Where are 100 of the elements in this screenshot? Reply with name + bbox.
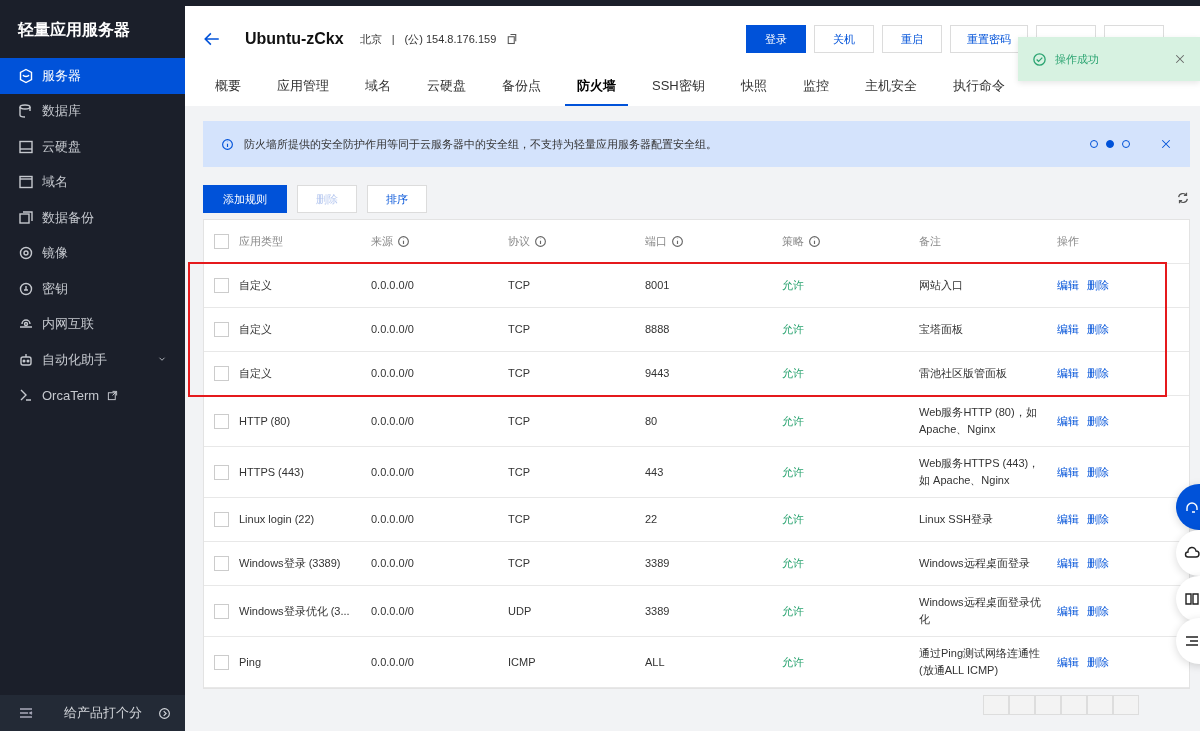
table-cell-text: 80 xyxy=(645,413,659,429)
sidebar-item[interactable]: 数据备份 xyxy=(0,200,185,236)
product-title: 轻量应用服务器 xyxy=(17,20,131,40)
sidebar-item[interactable]: 密钥 xyxy=(0,271,185,307)
edit-link[interactable]: 编辑 xyxy=(1057,278,1079,293)
table-cell-text: Linux login (22) xyxy=(239,512,316,527)
banner-text: 防火墙所提供的安全防护作用等同于云服务器中的安全组，不支持为轻量应用服务器配置安全组。 xyxy=(244,136,718,152)
tab[interactable]: 域名 xyxy=(353,68,403,106)
table-cell-text: Linux SSH登录 xyxy=(919,512,994,527)
table-cell-text: Windows登录 (3389) xyxy=(239,556,342,571)
header-button[interactable]: 关机 xyxy=(814,25,874,53)
row-checkbox[interactable] xyxy=(214,413,229,429)
delete-link[interactable]: 删除 xyxy=(1087,366,1109,381)
edit-link[interactable]: 编辑 xyxy=(1057,366,1079,381)
delete-link[interactable]: 删除 xyxy=(1087,464,1109,480)
tab[interactable]: 备份点 xyxy=(490,68,553,106)
column-header: 端口 xyxy=(645,234,667,249)
sidebar-item[interactable]: 数据库 xyxy=(0,93,185,129)
tab[interactable]: 应用管理 xyxy=(265,68,341,106)
table-cell-text: 3389 xyxy=(645,603,671,619)
row-checkbox[interactable] xyxy=(214,512,229,527)
sidebar-item[interactable]: 自动化助手 xyxy=(0,342,185,378)
toolbar-button[interactable]: 排序 xyxy=(367,185,427,213)
edit-link[interactable]: 编辑 xyxy=(1057,603,1079,619)
tab[interactable]: 防火墙 xyxy=(565,68,628,106)
table-cell-text: 0.0.0.0/0 xyxy=(371,322,415,337)
column-header: 备注 xyxy=(919,234,941,249)
table-cell-text: 自定义 xyxy=(239,322,273,337)
edit-link[interactable]: 编辑 xyxy=(1057,512,1079,527)
list-icon xyxy=(1184,633,1200,649)
carousel-dot[interactable] xyxy=(1106,140,1114,148)
policy-status: 允许 xyxy=(782,465,804,478)
delete-link[interactable]: 删除 xyxy=(1087,322,1109,337)
header-button[interactable]: 登录 xyxy=(746,25,806,53)
row-checkbox[interactable] xyxy=(214,464,229,480)
tab[interactable]: 主机安全 xyxy=(852,68,929,106)
sidebar-item[interactable]: OrcaTerm xyxy=(0,377,185,413)
toolbar-button[interactable]: 添加规则 xyxy=(203,185,287,213)
delete-link[interactable]: 删除 xyxy=(1087,556,1109,571)
instance-title: Ubuntu-zCkx xyxy=(245,30,344,48)
table-cell-text: HTTP (80) xyxy=(239,413,292,429)
table-cell-text: HTTPS (443) xyxy=(239,464,305,480)
back-arrow-icon xyxy=(203,30,221,48)
sidebar-item[interactable]: 云硬盘 xyxy=(0,129,185,165)
edit-link[interactable]: 编辑 xyxy=(1057,322,1079,337)
close-icon xyxy=(1174,53,1186,65)
pagination-box[interactable] xyxy=(983,695,1009,715)
pagination-box[interactable] xyxy=(1061,695,1087,715)
tab[interactable]: 执行命令 xyxy=(940,68,1017,106)
edit-link[interactable]: 编辑 xyxy=(1057,654,1079,670)
delete-link[interactable]: 删除 xyxy=(1087,603,1109,619)
policy-status: 允许 xyxy=(782,279,804,291)
table-cell-text: TCP xyxy=(508,413,531,429)
sidebar-item[interactable]: 内网互联 xyxy=(0,306,185,342)
tab[interactable]: 云硬盘 xyxy=(415,68,478,106)
table-cell-text: TCP xyxy=(508,322,531,337)
pagination-box[interactable] xyxy=(1087,695,1113,715)
pagination-box[interactable] xyxy=(1113,695,1139,715)
cloud-icon xyxy=(1184,545,1200,561)
info-icon xyxy=(808,235,821,248)
disc-icon xyxy=(18,245,34,262)
table-cell-text: 22 xyxy=(645,512,659,527)
pagination-box[interactable] xyxy=(1035,695,1061,715)
edit-link[interactable]: 编辑 xyxy=(1057,556,1079,571)
table-cell-text: Web服务HTTP (80)，如 Apache、Nginx xyxy=(919,405,1038,437)
row-checkbox[interactable] xyxy=(214,603,229,619)
tab[interactable]: 快照 xyxy=(728,68,779,106)
table-cell-text: 8888 xyxy=(645,322,671,337)
table-cell-text: 0.0.0.0/0 xyxy=(371,512,415,527)
table-cell-text: 0.0.0.0/0 xyxy=(371,413,415,429)
policy-status: 允许 xyxy=(782,367,804,379)
window-icon xyxy=(18,174,34,191)
delete-link[interactable]: 删除 xyxy=(1087,654,1109,670)
tab[interactable]: SSH密钥 xyxy=(640,68,717,106)
header-button[interactable]: 重启 xyxy=(882,25,942,53)
table-cell-text: Ping xyxy=(239,654,263,670)
edit-link[interactable]: 编辑 xyxy=(1057,464,1079,480)
delete-link[interactable]: 删除 xyxy=(1087,413,1109,429)
sidebar-item[interactable]: 域名 xyxy=(0,164,185,200)
row-checkbox[interactable] xyxy=(214,556,229,571)
table-cell-text: 自定义 xyxy=(239,278,273,293)
table-cell-text: 雷池社区版管面板 xyxy=(919,366,1008,381)
sidebar-item[interactable]: 服务器 xyxy=(0,58,185,94)
column-header: 协议 xyxy=(508,234,530,249)
pagination-box[interactable] xyxy=(1009,695,1035,715)
header-button[interactable]: 重置密码 xyxy=(950,25,1028,53)
sidebar-item[interactable]: 镜像 xyxy=(0,235,185,271)
table-cell-text: TCP xyxy=(508,366,531,381)
row-checkbox[interactable] xyxy=(214,654,229,670)
row-checkbox[interactable] xyxy=(214,278,229,293)
row-checkbox[interactable] xyxy=(214,322,229,337)
select-all-checkbox[interactable] xyxy=(214,234,229,249)
delete-link[interactable]: 删除 xyxy=(1087,278,1109,293)
delete-link[interactable]: 删除 xyxy=(1087,512,1109,527)
tab[interactable]: 监控 xyxy=(790,68,841,106)
terminal-icon xyxy=(18,387,34,404)
row-checkbox[interactable] xyxy=(214,366,229,381)
sidebar-label: 云硬盘 xyxy=(42,137,81,156)
edit-link[interactable]: 编辑 xyxy=(1057,413,1079,429)
tab[interactable]: 概要 xyxy=(203,68,253,106)
